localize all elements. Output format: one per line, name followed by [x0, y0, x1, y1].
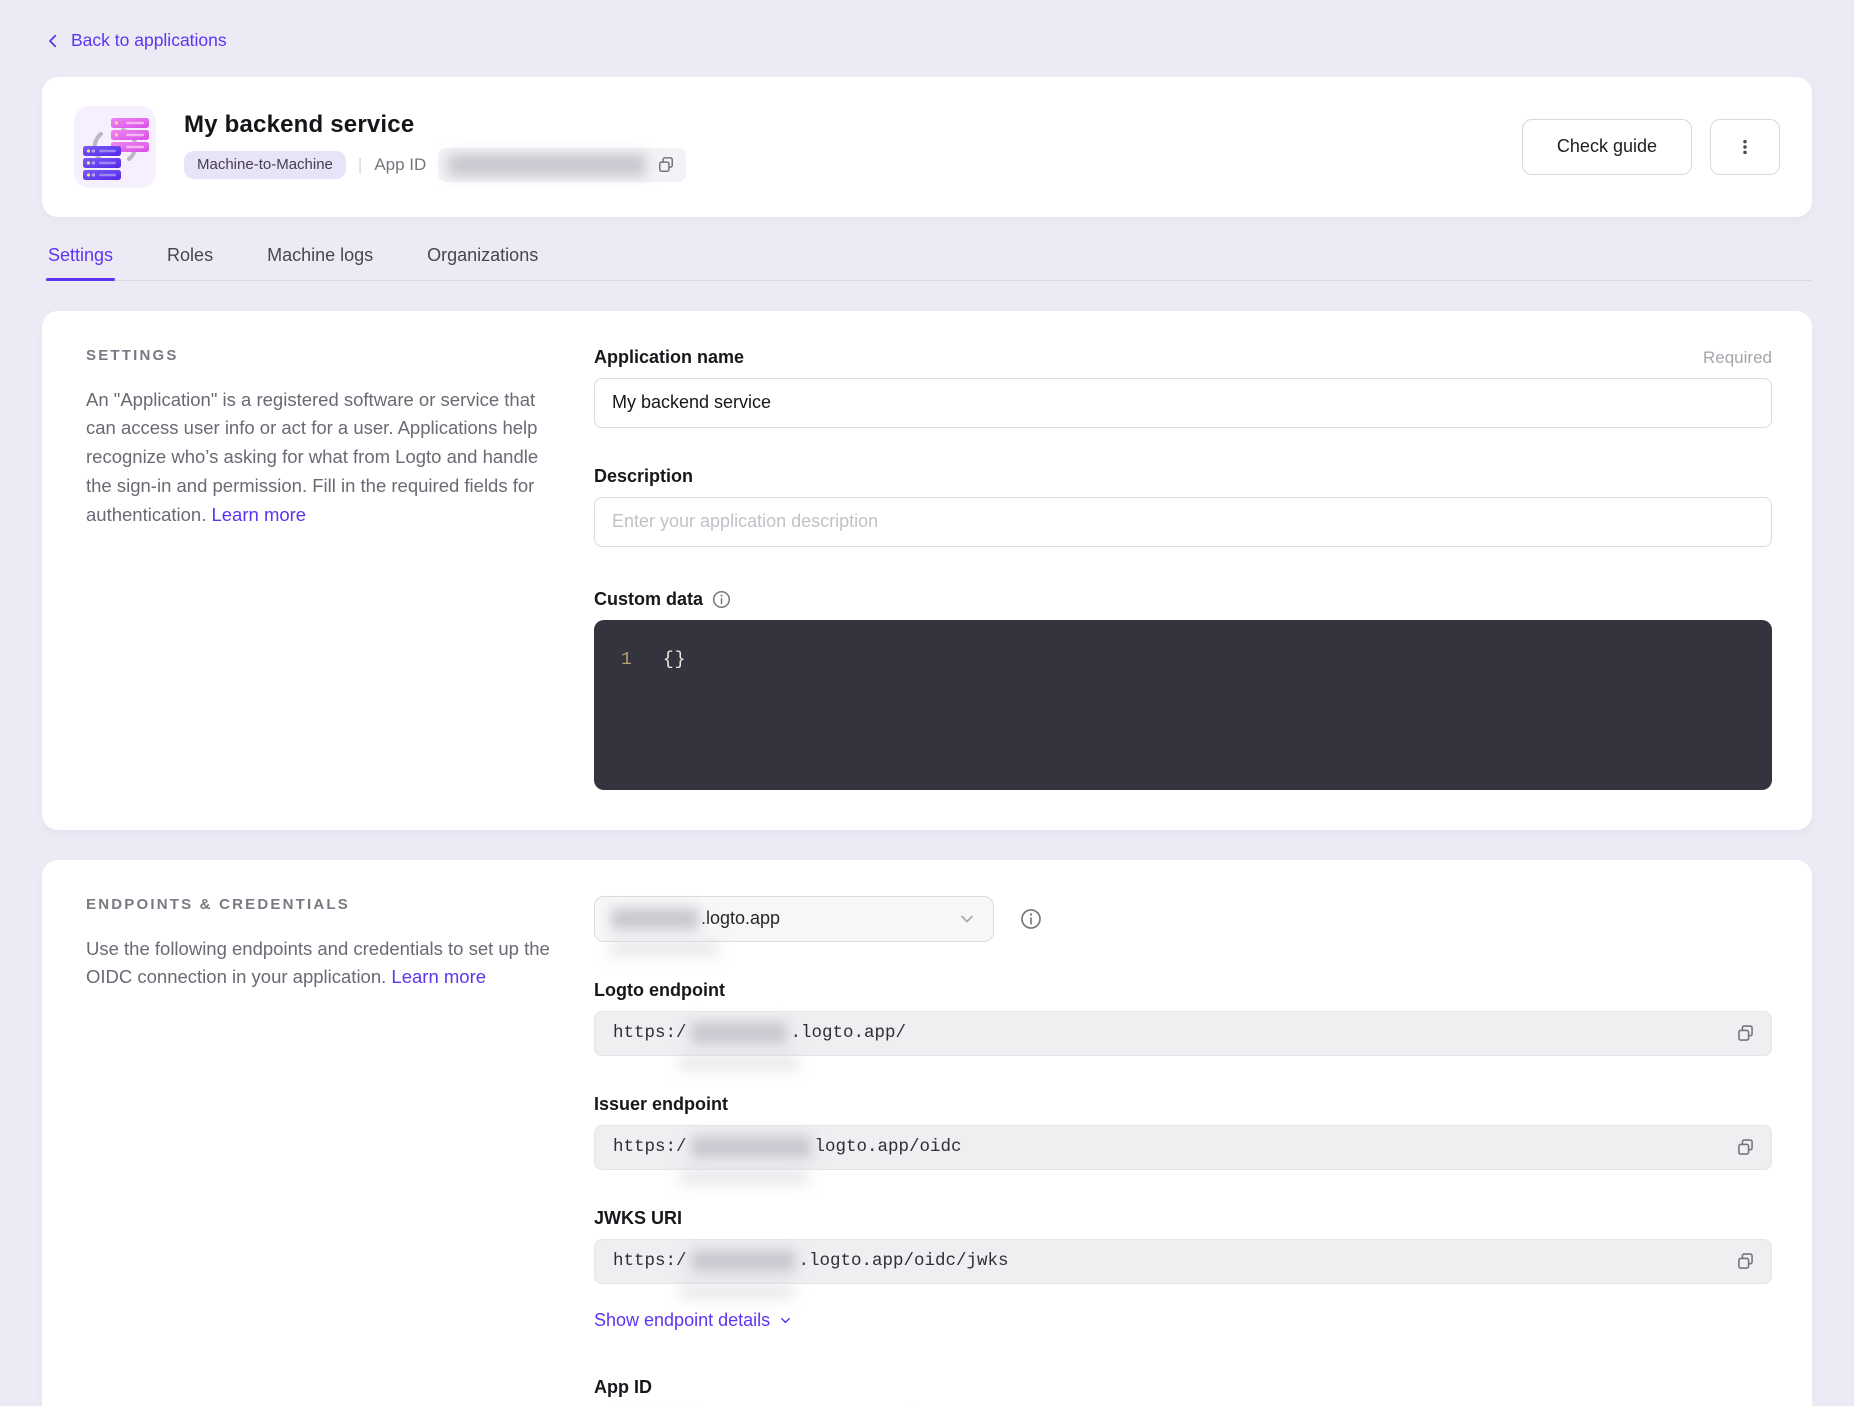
application-header-card: My backend service Machine-to-Machine | …: [42, 77, 1812, 217]
jwks-uri-label: JWKS URI: [594, 1208, 682, 1229]
jwks-uri-field[interactable]: https:/ .logto.app/oidc/jwks: [594, 1239, 1772, 1284]
redacted-app-id-blur: [448, 154, 646, 176]
chevron-down-icon: [957, 909, 977, 929]
tab-settings[interactable]: Settings: [46, 245, 115, 280]
info-icon[interactable]: [1020, 908, 1042, 930]
app-id-value-redacted[interactable]: [438, 148, 686, 182]
chevron-left-icon: [44, 32, 62, 50]
settings-learn-more-link[interactable]: Learn more: [211, 504, 306, 525]
app-type-badge: Machine-to-Machine: [184, 151, 346, 179]
show-endpoint-details-link[interactable]: Show endpoint details: [594, 1310, 793, 1331]
back-row: Back to applications: [0, 0, 1854, 55]
endpoints-section-description: Use the following endpoints and credenti…: [86, 935, 560, 993]
custom-data-code-editor[interactable]: 1 {}: [594, 620, 1772, 790]
header-info: My backend service Machine-to-Machine | …: [184, 111, 1522, 182]
machine-to-machine-app-icon: [74, 106, 156, 188]
copy-icon[interactable]: [1732, 1134, 1758, 1160]
tab-machine-logs[interactable]: Machine logs: [265, 245, 375, 280]
endpoints-section-title: ENDPOINTS & CREDENTIALS: [86, 896, 560, 913]
more-options-button[interactable]: [1710, 119, 1780, 175]
endpoints-learn-more-link[interactable]: Learn more: [391, 966, 486, 987]
logto-endpoint-field[interactable]: https:/ .logto.app/: [594, 1011, 1772, 1056]
kebab-menu-icon: [1735, 137, 1755, 157]
redacted-domain-blur: [691, 1022, 787, 1044]
copy-icon[interactable]: [656, 155, 676, 175]
copy-icon[interactable]: [1732, 1248, 1758, 1274]
description-label: Description: [594, 466, 693, 487]
settings-card: SETTINGS An "Application" is a registere…: [42, 311, 1812, 830]
sub-divider: |: [358, 155, 362, 175]
application-name-input[interactable]: [594, 378, 1772, 428]
copy-icon[interactable]: [1732, 1020, 1758, 1046]
redacted-tenant-blur: [611, 908, 699, 930]
settings-section-title: SETTINGS: [86, 347, 560, 364]
custom-data-label: Custom data: [594, 589, 731, 610]
required-hint: Required: [1703, 348, 1772, 368]
settings-section-description: An "Application" is a registered softwar…: [86, 386, 560, 530]
tenant-select-value: .logto.app: [701, 908, 780, 929]
app-id-label: App ID: [374, 155, 426, 175]
check-guide-button[interactable]: Check guide: [1522, 119, 1692, 175]
description-input[interactable]: [594, 497, 1772, 547]
application-name-label: Application name: [594, 347, 744, 368]
tab-bar: Settings Roles Machine logs Organization…: [46, 245, 1812, 281]
logto-endpoint-label: Logto endpoint: [594, 980, 725, 1001]
issuer-endpoint-label: Issuer endpoint: [594, 1094, 728, 1115]
tab-organizations[interactable]: Organizations: [425, 245, 540, 280]
editor-line-number: 1: [621, 650, 632, 670]
back-to-applications-link[interactable]: Back to applications: [44, 30, 227, 51]
redacted-domain-blur: [691, 1136, 811, 1158]
endpoints-credentials-card: ENDPOINTS & CREDENTIALS Use the followin…: [42, 860, 1812, 1406]
info-icon[interactable]: [712, 590, 731, 609]
tab-roles[interactable]: Roles: [165, 245, 215, 280]
redacted-domain-blur: [691, 1250, 795, 1272]
app-id-field-label: App ID: [594, 1377, 652, 1398]
issuer-endpoint-field[interactable]: https:/ logto.app/oidc: [594, 1125, 1772, 1170]
tenant-endpoint-select[interactable]: .logto.app: [594, 896, 994, 942]
back-link-label: Back to applications: [71, 30, 227, 51]
page-title: My backend service: [184, 111, 1522, 139]
chevron-down-icon: [778, 1313, 793, 1328]
editor-content: {}: [663, 650, 687, 670]
